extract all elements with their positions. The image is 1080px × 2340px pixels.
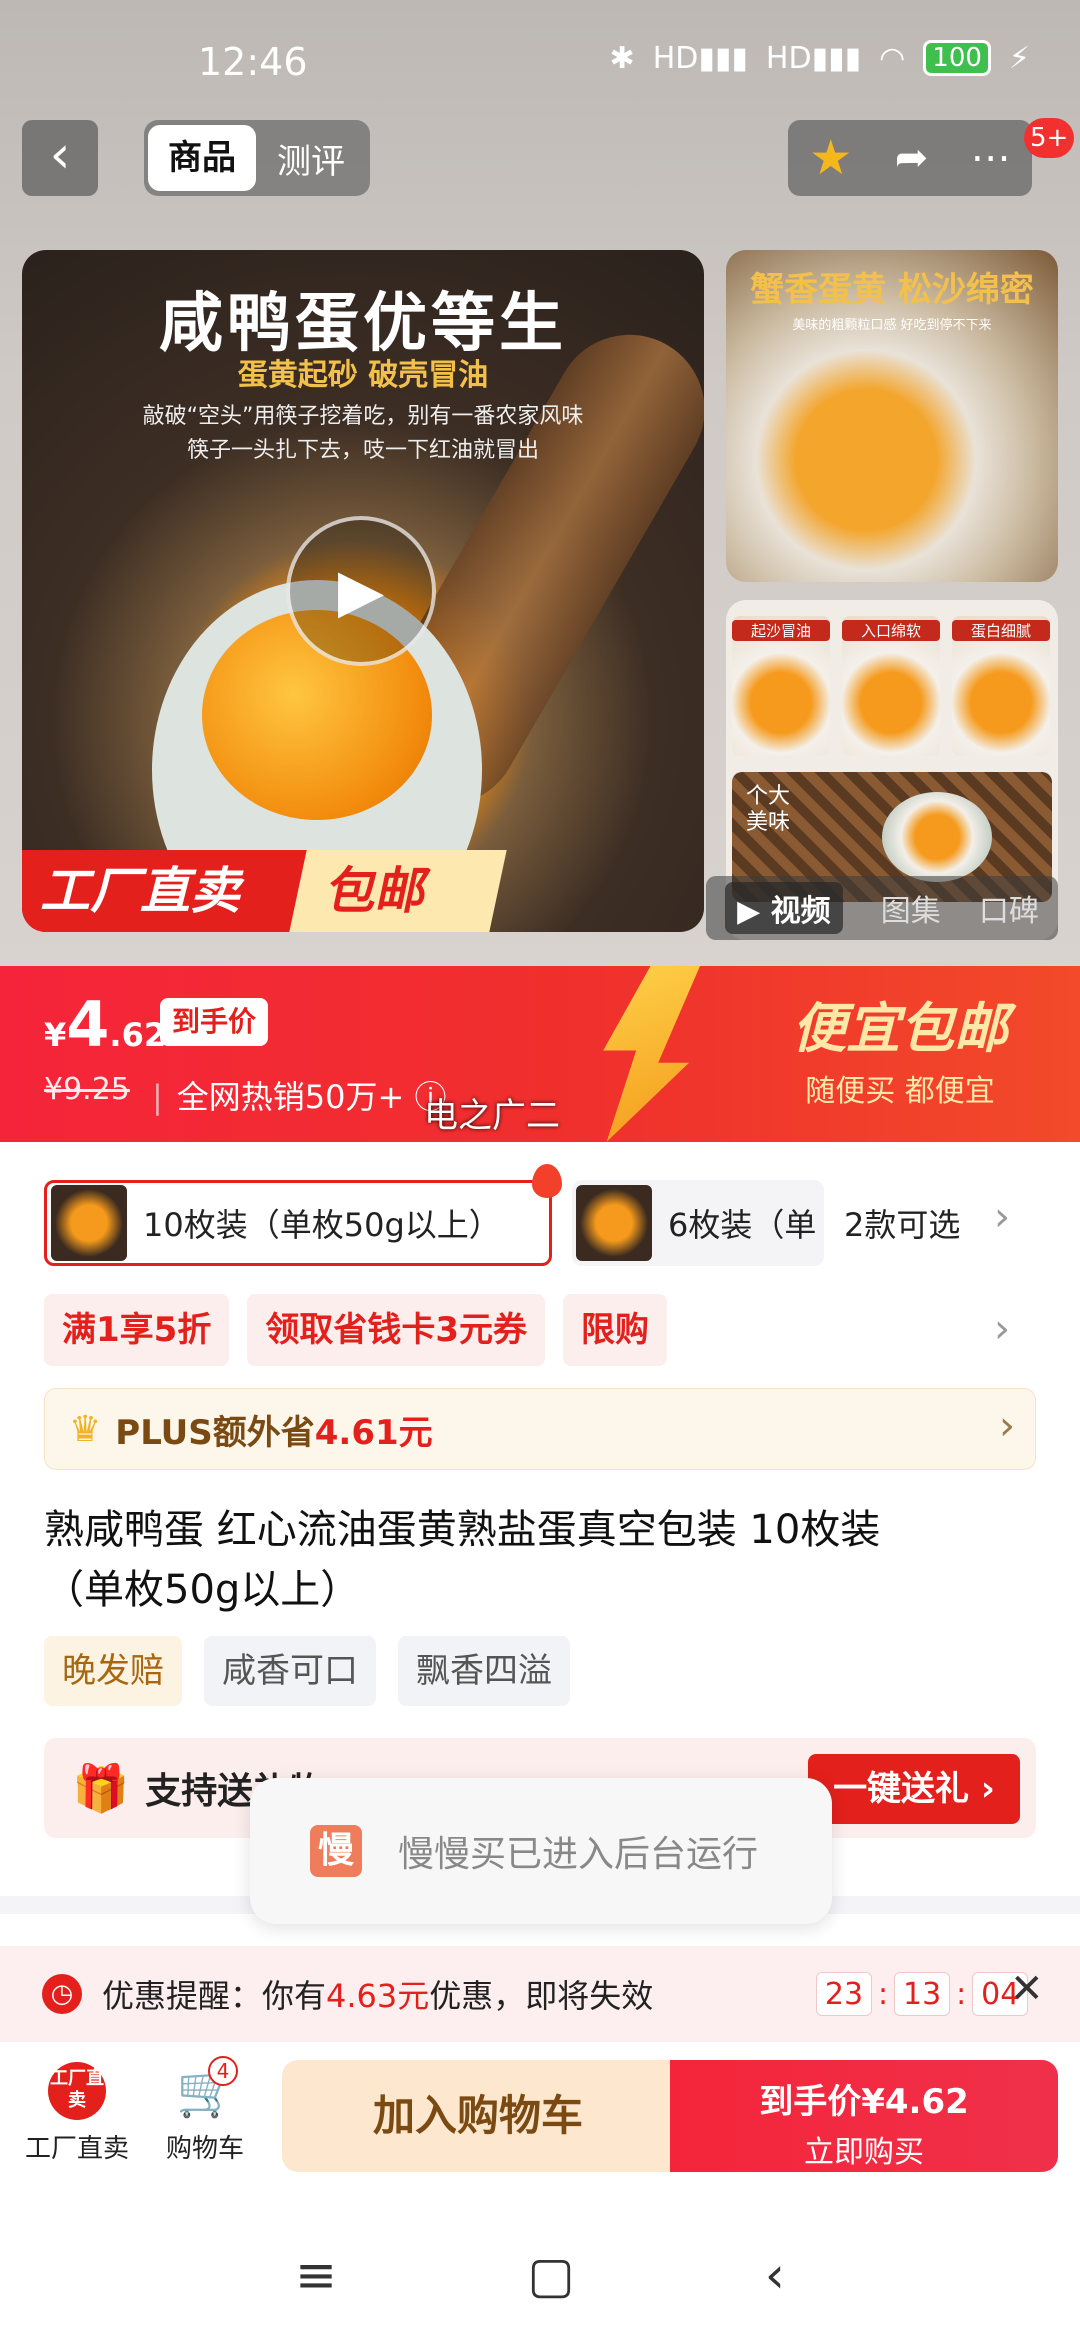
- clock-icon: ◷: [42, 1974, 82, 2014]
- image-description: 敲破“空头”用筷子挖着吃，别有一番农家风味 筷子一头扎下去，吱一下红油就冒出: [142, 404, 584, 463]
- hot-fire-icon: [532, 1164, 562, 1198]
- more-icon[interactable]: ⋯: [971, 135, 1011, 181]
- message-badge: 5+: [1024, 118, 1075, 158]
- factory-label: 工厂直卖: [24, 2134, 129, 2164]
- tab-product[interactable]: 商品: [148, 125, 256, 191]
- charging-icon: ⚡: [1008, 40, 1030, 76]
- bottom-action-bar: 工厂直卖 工厂直卖 🛒 4 购物车 加入购物车 到手价¥4.62 立即购买: [0, 2042, 1080, 2202]
- watermark: 电之广二: [424, 1096, 560, 1136]
- chevron-right-icon: ›: [999, 1403, 1015, 1449]
- campaign-title: 便宜包邮: [792, 997, 1008, 1060]
- send-gift-button[interactable]: 一键送礼 ›: [808, 1754, 1020, 1824]
- product-page: { "status_bar": {"time": "12:46", "netwo…: [0, 0, 1080, 2340]
- gift-icon: 🎁: [72, 1760, 130, 1815]
- chevron-right-icon[interactable]: ›: [994, 1194, 1010, 1240]
- top-right-tools: ★ ➦ ⋯: [788, 120, 1032, 196]
- share-icon[interactable]: ➦: [895, 135, 929, 181]
- buy-now-price: 到手价¥4.62: [759, 2082, 969, 2122]
- home-icon[interactable]: ▢: [527, 2246, 574, 2304]
- coupon-savings-card[interactable]: 领取省钱卡3元券: [247, 1294, 545, 1366]
- media-tab-gallery[interactable]: 图集: [881, 886, 941, 930]
- original-price: ¥9.25: [44, 1072, 130, 1107]
- tag-flavor: 咸香可口: [204, 1636, 376, 1706]
- coupon-row: 满1享5折 领取省钱卡3元券 限购: [44, 1294, 667, 1366]
- status-icons: ✱ HD▮▮▮ HD▮▮▮ ◠ 100 ⚡: [610, 40, 1030, 76]
- status-time: 12:46: [198, 40, 308, 84]
- variant-option[interactable]: 6枚装（单: [572, 1180, 824, 1266]
- add-to-cart-button[interactable]: 加入购物车: [282, 2060, 674, 2172]
- bluetooth-icon: ✱: [609, 40, 635, 76]
- basket-label: 个大 美味: [746, 784, 791, 835]
- thumbnail-caption-small: 美味的粗颗粒口感 好吃到停不下来: [792, 318, 992, 333]
- plus-label: PLUS额外省4.61元: [115, 1412, 433, 1453]
- countdown-timer: 23: 13: 04: [816, 1972, 1029, 2016]
- campaign-subtitle: 随便买 都便宜: [805, 1074, 995, 1109]
- menu-icon[interactable]: ≡: [295, 2246, 337, 2304]
- variant-option-selected[interactable]: 10枚装（单枚50g以上）: [44, 1180, 552, 1266]
- final-price: ¥4.62: [44, 988, 167, 1061]
- promo-free-shipping: 包邮: [289, 850, 507, 932]
- variant-count[interactable]: 2款可选: [844, 1200, 960, 1246]
- sales-info[interactable]: | 全网热销50万+ ⓘ: [152, 1072, 447, 1118]
- background-toast: 慢 慢慢买已进入后台运行: [250, 1778, 832, 1924]
- system-navigation-bar: ≡ ▢ ‹: [0, 2210, 1080, 2340]
- egg-graphic: [882, 792, 992, 882]
- variant-selector: 10枚装（单枚50g以上） 6枚装（单 2款可选 ›: [44, 1164, 1044, 1266]
- crown-icon: ♛: [69, 1408, 102, 1450]
- media-tab-reviews[interactable]: 口碑: [979, 886, 1039, 930]
- plus-savings-bar[interactable]: ♛ PLUS额外省4.61元 ›: [44, 1388, 1036, 1470]
- favorite-star-icon[interactable]: ★: [809, 130, 852, 186]
- variant-label: 10枚装（单枚50g以上）: [143, 1206, 501, 1244]
- thumbnail-caption: 蟹香蛋黄 松沙绵密: [750, 270, 1034, 310]
- buy-now-button[interactable]: 到手价¥4.62 立即购买: [670, 2060, 1058, 2172]
- variant-label: 6枚装（单: [668, 1206, 817, 1244]
- toast-message: 慢慢买已进入后台运行: [398, 1834, 759, 1875]
- wifi-icon: ◠: [879, 40, 906, 76]
- cart-button[interactable]: 🛒 4 购物车: [140, 2056, 270, 2165]
- variant-thumbnail: [576, 1185, 652, 1261]
- timer-hours: 23: [816, 1972, 872, 2016]
- mini-image-1: 起沙冒油: [732, 616, 830, 756]
- product-title: 熟咸鸭蛋 红心流油蛋黄熟盐蛋真空包装 10枚装 （单枚50g以上）: [44, 1507, 881, 1613]
- back-icon: ‹: [49, 125, 71, 185]
- lightning-bolt-icon: [603, 966, 700, 1142]
- tab-switcher: 商品 测评: [144, 120, 370, 196]
- gallery-thumbnail-1[interactable]: 蟹香蛋黄 松沙绵密 美味的粗颗粒口感 好吃到停不下来: [726, 250, 1058, 582]
- image-subtitle: 蛋黄起砂 破壳冒油: [237, 358, 489, 393]
- discount-reminder: ◷ 优惠提醒：你有4.63元优惠，即将失效 23: 13: 04 ✕: [0, 1946, 1080, 2042]
- coupon-limit[interactable]: 限购: [563, 1294, 667, 1366]
- timer-minutes: 13: [894, 1972, 951, 2016]
- coupon-discount[interactable]: 满1享5折: [44, 1294, 230, 1366]
- mini-image-2: 入口绵软: [842, 616, 940, 756]
- back-nav-icon[interactable]: ‹: [765, 2246, 785, 2304]
- close-icon[interactable]: ✕: [1010, 1966, 1044, 2012]
- factory-icon: 工厂直卖: [48, 2062, 106, 2120]
- chevron-right-icon[interactable]: ›: [994, 1306, 1010, 1352]
- main-product-image[interactable]: 咸鸭蛋优等生 蛋黄起砂 破壳冒油 敲破“空头”用筷子挖着吃，别有一番农家风味 筷…: [22, 250, 704, 932]
- cart-badge: 4: [208, 2056, 238, 2086]
- play-video-icon[interactable]: ▶: [286, 516, 436, 666]
- cart-label: 购物车: [165, 2134, 244, 2164]
- mini-image-3: 蛋白细腻: [952, 616, 1050, 756]
- signal-icon: HD▮▮▮: [652, 40, 748, 76]
- app-icon: 慢: [310, 1825, 362, 1877]
- variant-thumbnail: [51, 1185, 127, 1261]
- cart-icon: 🛒 4: [176, 2056, 238, 2120]
- product-tags: 晚发赔 咸香可口 飘香四溢: [44, 1636, 570, 1706]
- tag-late-delivery-compensation[interactable]: 晚发赔: [44, 1636, 182, 1706]
- back-button[interactable]: ‹: [22, 120, 98, 196]
- signal-icon-2: HD▮▮▮: [765, 40, 862, 76]
- tag-aroma: 飘香四溢: [398, 1636, 570, 1706]
- final-price-tag: 到手价: [160, 998, 269, 1046]
- factory-direct-button[interactable]: 工厂直卖 工厂直卖: [12, 2062, 142, 2165]
- media-tab-video[interactable]: ▶ 视频: [725, 882, 843, 934]
- battery-icon: 100: [923, 40, 991, 76]
- buy-now-label: 立即购买: [804, 2135, 924, 2170]
- promo-factory-direct: 工厂直卖: [22, 850, 312, 932]
- reminder-text: 优惠提醒：你有4.63元优惠，即将失效: [102, 1977, 654, 2015]
- tab-review[interactable]: 测评: [256, 134, 366, 183]
- media-tabs: ▶ 视频 图集 口碑: [706, 876, 1058, 940]
- status-bar: 12:46 ✱ HD▮▮▮ HD▮▮▮ ◠ 100 ⚡: [0, 0, 1080, 120]
